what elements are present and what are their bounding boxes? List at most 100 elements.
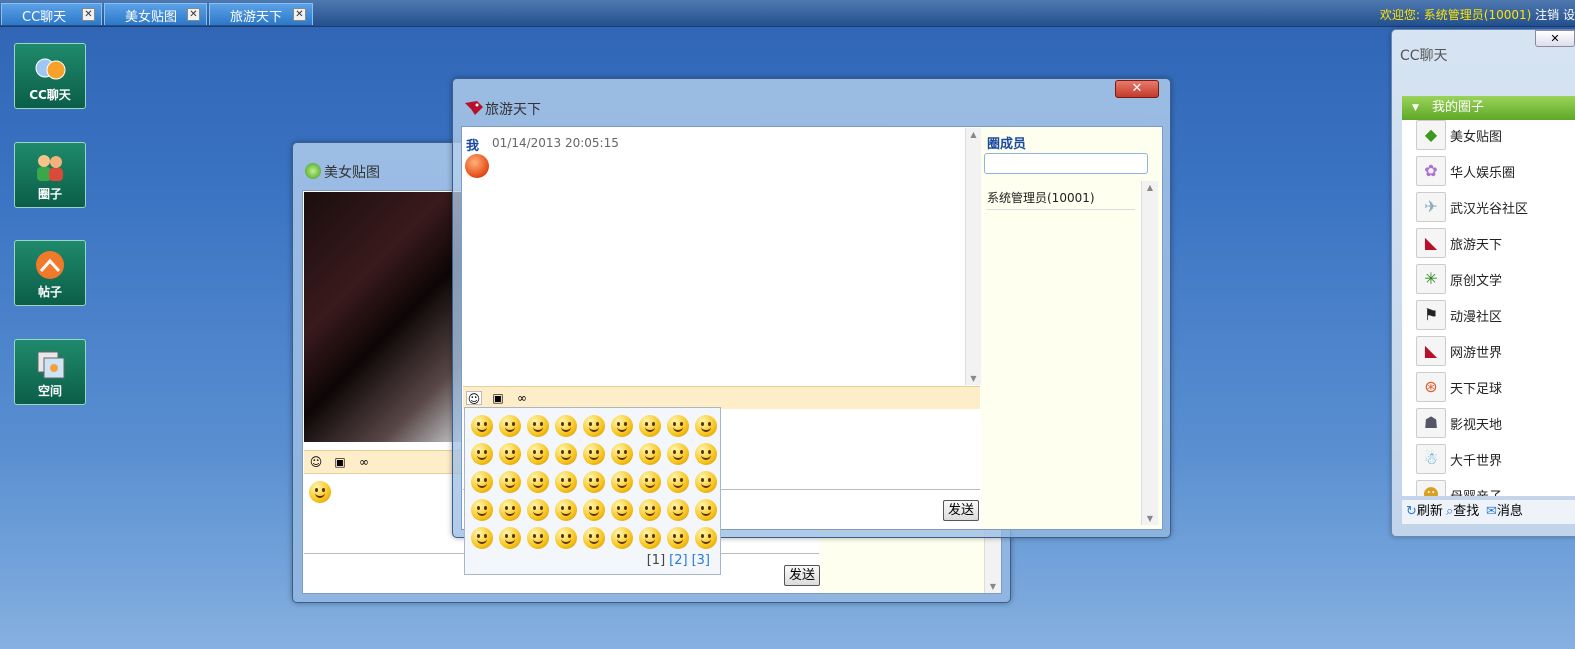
emoji-option[interactable] [524, 524, 552, 552]
emoji-page-3[interactable]: [3] [692, 553, 710, 568]
message-label: 消息 [1496, 504, 1523, 519]
emoji-option[interactable] [552, 496, 580, 524]
side-panel-footer: ↻刷新 ⌕查找 ✉消息 [1402, 500, 1575, 524]
emoji-option[interactable] [468, 468, 496, 496]
tab-lvyou[interactable]: 旅游天下 ✕ [209, 3, 313, 25]
emoji-option[interactable] [496, 496, 524, 524]
cardinal-icon [463, 99, 485, 117]
desktop-icon-post[interactable]: 帖子 [14, 240, 86, 306]
emoji-option[interactable] [552, 440, 580, 468]
emoji-option[interactable] [524, 412, 552, 440]
desktop-icon-label: 圈子 [37, 187, 62, 201]
emoji-option[interactable] [552, 468, 580, 496]
emoji-option[interactable] [692, 468, 720, 496]
image-upload-icon[interactable]: ▣ [332, 455, 348, 469]
side-panel-title: CC聊天 [1400, 48, 1448, 64]
image-upload-icon[interactable]: ▣ [490, 391, 506, 405]
smiley-icon [695, 527, 717, 549]
emoji-option[interactable] [496, 412, 524, 440]
smiley-icon [499, 415, 521, 437]
emoji-option[interactable] [524, 496, 552, 524]
emoji-option[interactable] [580, 524, 608, 552]
emoji-option[interactable] [552, 412, 580, 440]
emoji-option[interactable] [636, 440, 664, 468]
emoji-option[interactable] [496, 468, 524, 496]
smiley-icon [667, 471, 689, 493]
my-circles-header[interactable]: ▼ 我的圈子 [1402, 96, 1575, 120]
emoji-option[interactable] [524, 440, 552, 468]
send-button[interactable]: 发送 [943, 500, 979, 521]
emoji-icon[interactable]: ☺ [466, 391, 482, 406]
smiley-icon [527, 527, 549, 549]
emoji-option[interactable] [664, 496, 692, 524]
emoji-option[interactable] [636, 468, 664, 496]
mask-icon: ☗ [1416, 408, 1446, 438]
message-time: 01/14/2013 20:05:15 [492, 136, 619, 150]
welcome-area: 欢迎您: 系统管理员(10001) 注销 设 [1380, 6, 1575, 23]
emoji-option[interactable] [608, 412, 636, 440]
emoji-option[interactable] [608, 468, 636, 496]
settings-link[interactable]: 设 [1563, 8, 1575, 22]
message-button[interactable]: ✉消息 [1486, 500, 1523, 524]
close-icon[interactable]: ✕ [293, 8, 306, 21]
emoji-option[interactable] [552, 524, 580, 552]
emoji-option[interactable] [636, 412, 664, 440]
emoji-option[interactable] [664, 412, 692, 440]
refresh-button[interactable]: ↻刷新 [1406, 500, 1443, 524]
emoji-option[interactable] [664, 440, 692, 468]
logout-link[interactable]: 注销 [1535, 8, 1559, 22]
link-icon[interactable]: ∞ [356, 455, 372, 469]
photo-image [304, 192, 464, 442]
emoji-option[interactable] [608, 440, 636, 468]
link-icon[interactable]: ∞ [514, 391, 530, 405]
window-close-button[interactable]: ✕ [1115, 80, 1159, 98]
post-icon [33, 249, 67, 281]
emoji-icon[interactable]: ☺ [308, 455, 324, 469]
close-icon[interactable]: ✕ [82, 8, 95, 21]
smiley-icon [471, 443, 493, 465]
smiley-icon [639, 471, 661, 493]
members-title: 圈成员 [987, 137, 1027, 152]
tab-cc-chat[interactable]: CC聊天 ✕ [1, 3, 102, 25]
member-scrollbar[interactable]: ▲ ▼ [1141, 181, 1158, 525]
emoji-page-1[interactable]: [1] [647, 553, 665, 568]
emoji-page-2[interactable]: [2] [669, 553, 687, 568]
emoji-option[interactable] [468, 524, 496, 552]
smiley-icon [555, 471, 577, 493]
send-button[interactable]: 发送 [784, 565, 820, 586]
member-search-input[interactable] [984, 153, 1148, 174]
emoji-option[interactable] [636, 496, 664, 524]
emoji-option[interactable] [580, 440, 608, 468]
emoji-option[interactable] [692, 440, 720, 468]
emoji-option[interactable] [580, 496, 608, 524]
emoji-option[interactable] [608, 496, 636, 524]
desktop-icon-cc-chat[interactable]: CC聊天 [14, 43, 86, 109]
emoji-option[interactable] [664, 468, 692, 496]
emoji-option[interactable] [580, 412, 608, 440]
emoji-option[interactable] [496, 440, 524, 468]
emoji-option[interactable] [692, 412, 720, 440]
emoji-pagination: [1] [2] [3] [643, 553, 710, 568]
tab-meinv[interactable]: 美女贴图 ✕ [104, 3, 207, 25]
tab-label: CC聊天 [22, 10, 67, 25]
emoji-option[interactable] [468, 412, 496, 440]
smiley-icon [611, 471, 633, 493]
emoji-option[interactable] [580, 468, 608, 496]
desktop-icon-circle[interactable]: 圈子 [14, 142, 86, 208]
message-scrollbar[interactable]: ▲ ▼ [965, 128, 981, 385]
emoji-option[interactable] [468, 496, 496, 524]
emoji-option[interactable] [692, 524, 720, 552]
search-button[interactable]: ⌕查找 [1446, 500, 1479, 524]
emoji-option[interactable] [608, 524, 636, 552]
emoji-option[interactable] [468, 440, 496, 468]
emoji-option[interactable] [664, 524, 692, 552]
close-icon[interactable]: ✕ [187, 8, 200, 21]
emoji-option[interactable] [496, 524, 524, 552]
desktop-icon-space[interactable]: 空间 [14, 339, 86, 405]
member-item[interactable]: 系统管理员(10001) [987, 189, 1135, 210]
side-panel-close-button[interactable]: ✕ [1535, 30, 1575, 47]
emoji-option[interactable] [636, 524, 664, 552]
emoji-option[interactable] [524, 468, 552, 496]
emoji-option[interactable] [692, 496, 720, 524]
smiley-icon [527, 415, 549, 437]
